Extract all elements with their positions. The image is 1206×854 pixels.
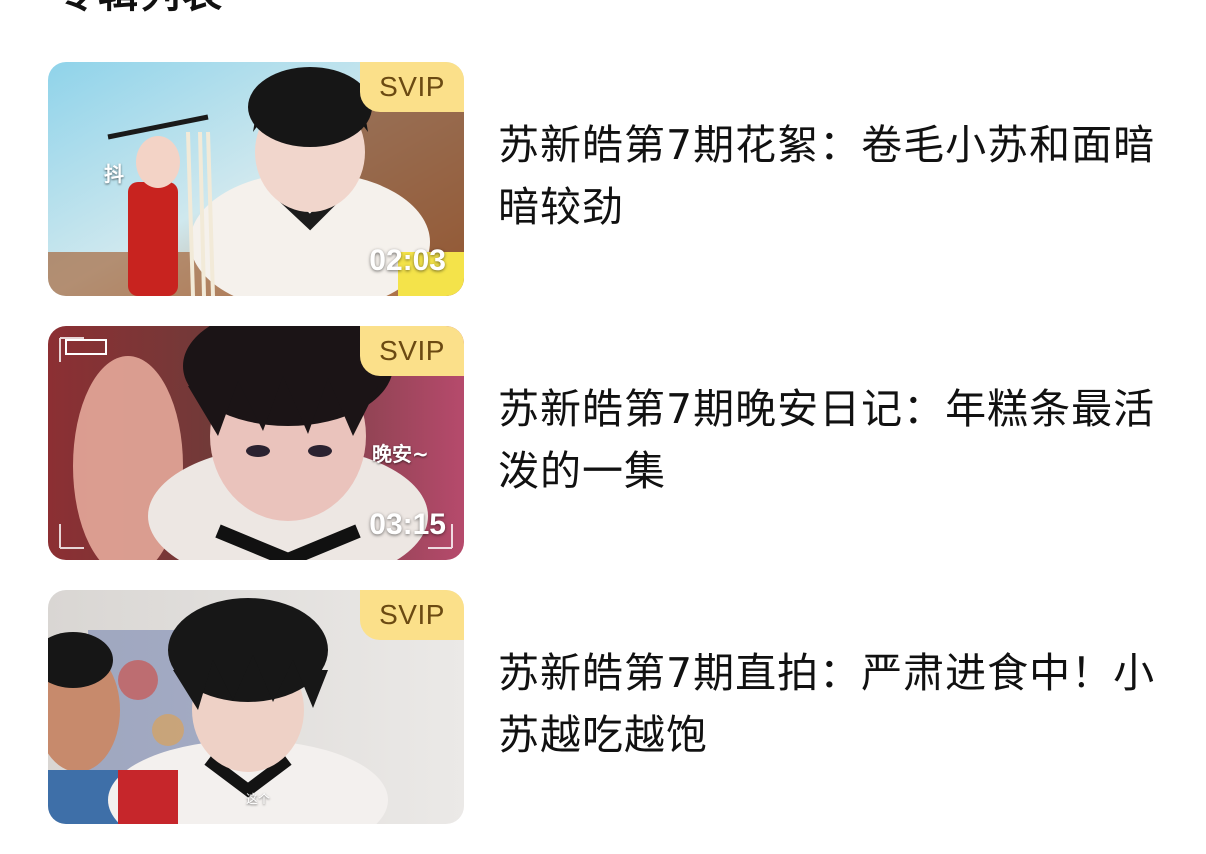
thumbnail-caption: 这个 bbox=[246, 792, 271, 806]
video-item[interactable]: 抖 SVIP 02:03 苏新皓第7期花絮：卷毛小苏和面暗暗较劲 bbox=[48, 62, 1158, 296]
svip-badge: SVIP bbox=[360, 590, 464, 640]
svip-badge: SVIP bbox=[360, 62, 464, 112]
video-item[interactable]: 晚安~ SVIP 03:15 苏新皓第7期晚安日记：年糕条最活泼的一集 bbox=[48, 326, 1158, 560]
video-title[interactable]: 苏新皓第7期直拍：严肃进食中！小苏越吃越饱 bbox=[498, 642, 1158, 766]
chevron-down-icon[interactable] bbox=[1110, 0, 1150, 10]
thumbnail-caption: 抖 bbox=[104, 162, 124, 186]
thumbnail-caption: 晚安~ bbox=[372, 442, 429, 466]
video-list: 抖 SVIP 02:03 苏新皓第7期花絮：卷毛小苏和面暗暗较劲 晚安~ SVI… bbox=[48, 62, 1158, 854]
video-thumbnail[interactable]: 晚安~ SVIP 03:15 bbox=[48, 326, 464, 560]
video-duration: 03:15 bbox=[369, 508, 446, 541]
video-duration: 02:03 bbox=[369, 244, 446, 277]
video-item[interactable]: 这个 SVIP 苏新皓第7期直拍：严肃进食中！小苏越吃越饱 bbox=[48, 590, 1158, 824]
album-list-title: 专辑列表 bbox=[56, 0, 224, 22]
video-thumbnail[interactable]: 这个 SVIP bbox=[48, 590, 464, 824]
album-list-header: 专辑列表 bbox=[56, 0, 1150, 22]
video-title[interactable]: 苏新皓第7期晚安日记：年糕条最活泼的一集 bbox=[498, 378, 1158, 502]
svip-badge: SVIP bbox=[360, 326, 464, 376]
video-title[interactable]: 苏新皓第7期花絮：卷毛小苏和面暗暗较劲 bbox=[498, 114, 1158, 238]
video-thumbnail[interactable]: 抖 SVIP 02:03 bbox=[48, 62, 464, 296]
